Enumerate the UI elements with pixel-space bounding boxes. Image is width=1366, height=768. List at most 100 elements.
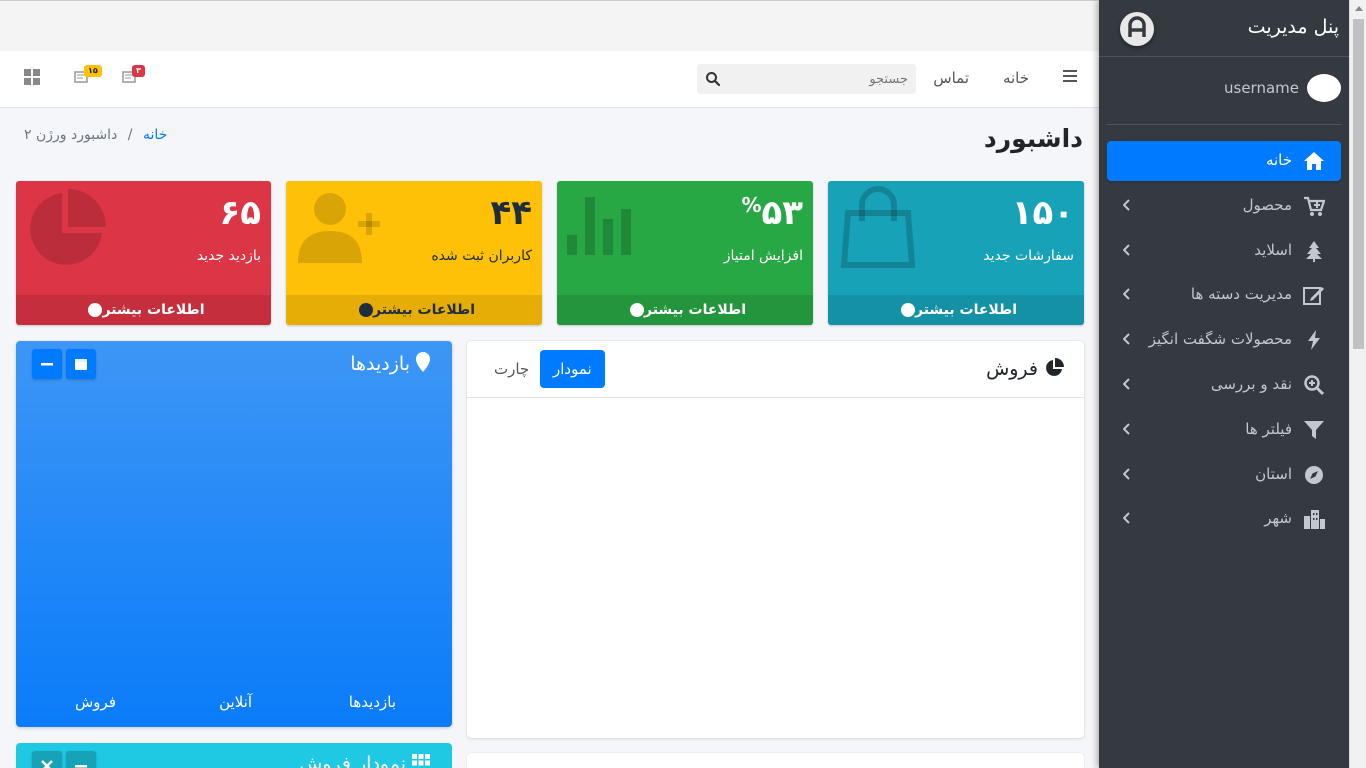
score-unit: % xyxy=(741,193,762,217)
score-value-wrap: %۵۳ xyxy=(741,193,803,233)
tab-chart[interactable]: چارت xyxy=(481,350,542,388)
chevron-left-icon xyxy=(1123,288,1130,301)
calendar-button[interactable] xyxy=(66,349,96,379)
bolt-icon xyxy=(1308,330,1320,351)
users-more-link[interactable]: اطلاعات بیشتر xyxy=(286,295,542,325)
sidebar-item-slide[interactable]: اسلاید xyxy=(1107,231,1341,271)
sales-graph-title: نمودار فروش xyxy=(299,753,406,768)
breadcrumb-home[interactable]: خانه xyxy=(143,127,167,143)
messages-nav-item[interactable]: ۳ xyxy=(122,65,145,85)
remove-button[interactable] xyxy=(32,751,62,768)
search-icon[interactable] xyxy=(705,71,721,87)
visits-footer-visits: بازدیدها xyxy=(348,693,396,711)
brand-link[interactable]: پنل مدیریت xyxy=(1099,0,1349,57)
sidebar-item-reviews[interactable]: نقد و بررسی xyxy=(1107,365,1341,405)
sidebar-item-amazing-products[interactable]: محصولات شگفت انگیز xyxy=(1107,320,1341,360)
scroll-up-arrow-icon[interactable] xyxy=(1355,6,1363,11)
username: username xyxy=(1224,79,1299,97)
nav-link-home[interactable]: خانه xyxy=(1003,69,1029,87)
lower-card xyxy=(467,753,1084,768)
small-box-visits: ۶۵ بازدید جدید اطلاعات بیشتر xyxy=(16,181,271,325)
breadcrumb-separator: / xyxy=(127,127,133,143)
sidebar-item-label: مدیریت دسته ها xyxy=(1190,285,1292,304)
sidebar-item-product[interactable]: محصول xyxy=(1107,186,1341,226)
pie-chart-icon xyxy=(30,189,106,265)
sidebar-item-label: اسلاید xyxy=(1254,240,1292,259)
collapse-button[interactable] xyxy=(66,751,96,768)
top-navbar: خانه تماس ۳ ۱۵ xyxy=(0,51,1099,108)
small-box-users: ۴۴ کاربران ثبت شده اطلاعات بیشتر xyxy=(286,181,542,325)
visits-label: بازدید جدید xyxy=(196,248,261,264)
close-icon xyxy=(41,760,53,768)
sales-graph-title-wrap: نمودار فروش xyxy=(299,753,430,768)
messages-badge: ۳ xyxy=(132,65,145,77)
sidebar-item-label: فیلتر ها xyxy=(1245,419,1292,438)
user-panel[interactable]: username xyxy=(1107,57,1341,125)
notifications-nav-item[interactable]: ۱۵ xyxy=(74,65,102,85)
sidebar-item-filters[interactable]: فیلتر ها xyxy=(1107,410,1341,450)
compass-icon xyxy=(1305,465,1323,484)
sidebar: پنل مدیریت username خانه محصول اسلاید مد… xyxy=(1099,0,1349,768)
visits-card-title: بازدیدها xyxy=(350,353,410,375)
orders-label: سفارشات جدید xyxy=(983,248,1074,264)
search-input[interactable] xyxy=(728,64,908,94)
visits-card: بازدیدها بازدیدها آنلاین فروش xyxy=(16,341,452,727)
chevron-left-icon xyxy=(1123,378,1130,390)
sidebar-item-label: نقد و بررسی xyxy=(1210,374,1292,393)
sidebar-item-city[interactable]: شهر xyxy=(1107,499,1341,539)
user-plus-icon xyxy=(298,193,380,263)
visits-more-link[interactable]: اطلاعات بیشتر xyxy=(16,295,271,325)
sidebar-item-categories[interactable]: مدیریت دسته ها xyxy=(1107,275,1341,315)
sidebar-item-label: استان xyxy=(1255,464,1292,483)
search-plus-icon xyxy=(1304,375,1325,396)
top-strip xyxy=(0,0,1099,51)
arrow-circle-left-icon xyxy=(900,303,915,317)
chevron-left-icon xyxy=(1123,423,1130,435)
avatar xyxy=(1307,74,1341,102)
sidebar-menu: خانه محصول اسلاید مدیریت دسته ها محصولات… xyxy=(1107,141,1341,544)
brand-logo-icon xyxy=(1120,12,1154,46)
chevron-left-icon xyxy=(1123,199,1130,211)
th-icon xyxy=(412,754,430,766)
scroll-thumb[interactable] xyxy=(1353,19,1364,349)
score-label: افزایش امتیاز xyxy=(723,248,803,264)
tab-graph[interactable]: نمودار xyxy=(540,350,605,388)
score-more-link[interactable]: اطلاعات بیشتر xyxy=(557,295,813,325)
collapse-button[interactable] xyxy=(32,349,62,379)
orders-value: ۱۵۰ xyxy=(1011,193,1074,233)
visits-value: ۶۵ xyxy=(219,193,261,233)
sidebar-item-label: محصول xyxy=(1242,195,1292,214)
chevron-left-icon xyxy=(1123,243,1130,256)
sidebar-item-label: محصولات شگفت انگیز xyxy=(1148,330,1292,349)
bar-chart-icon xyxy=(567,197,631,255)
visits-footer-sales: فروش xyxy=(74,693,116,711)
page-scrollbar[interactable] xyxy=(1349,0,1366,768)
sidebar-item-label: شهر xyxy=(1264,509,1292,528)
apps-nav-item[interactable] xyxy=(24,69,42,85)
sidebar-item-home[interactable]: خانه xyxy=(1107,141,1341,181)
map-marker-icon xyxy=(416,352,430,372)
score-value: ۵۳ xyxy=(761,193,803,233)
breadcrumb: خانه / داشبورد ورژن ۲ xyxy=(24,127,167,143)
sidebar-item-province[interactable]: استان xyxy=(1107,455,1341,495)
visits-card-title-wrap: بازدیدها xyxy=(350,352,430,375)
sales-graph-card: نمودار فروش xyxy=(16,743,452,768)
brand-text: پنل مدیریت xyxy=(1247,16,1339,38)
users-value: ۴۴ xyxy=(490,193,532,233)
sidebar-item-label: خانه xyxy=(1265,151,1292,169)
chevron-left-icon xyxy=(1123,467,1130,480)
arrow-circle-left-icon xyxy=(88,303,103,317)
sales-card-header: فروش نمودار چارت xyxy=(467,341,1084,398)
filter-icon xyxy=(1304,420,1324,439)
nav-link-contact[interactable]: تماس xyxy=(933,69,969,87)
users-label: کاربران ثبت شده xyxy=(431,248,532,264)
minus-icon xyxy=(41,363,53,366)
sales-card-title-wrap: فروش xyxy=(986,358,1064,380)
orders-more-link[interactable]: اطلاعات بیشتر xyxy=(828,295,1084,325)
city-icon xyxy=(1304,510,1325,530)
pie-chart-icon xyxy=(1046,358,1064,376)
tree-icon xyxy=(1306,240,1322,262)
sales-card-title: فروش xyxy=(986,358,1038,380)
hamburger-menu-icon[interactable] xyxy=(1063,70,1077,84)
more-info-label: اطلاعات بیشتر xyxy=(643,302,747,318)
